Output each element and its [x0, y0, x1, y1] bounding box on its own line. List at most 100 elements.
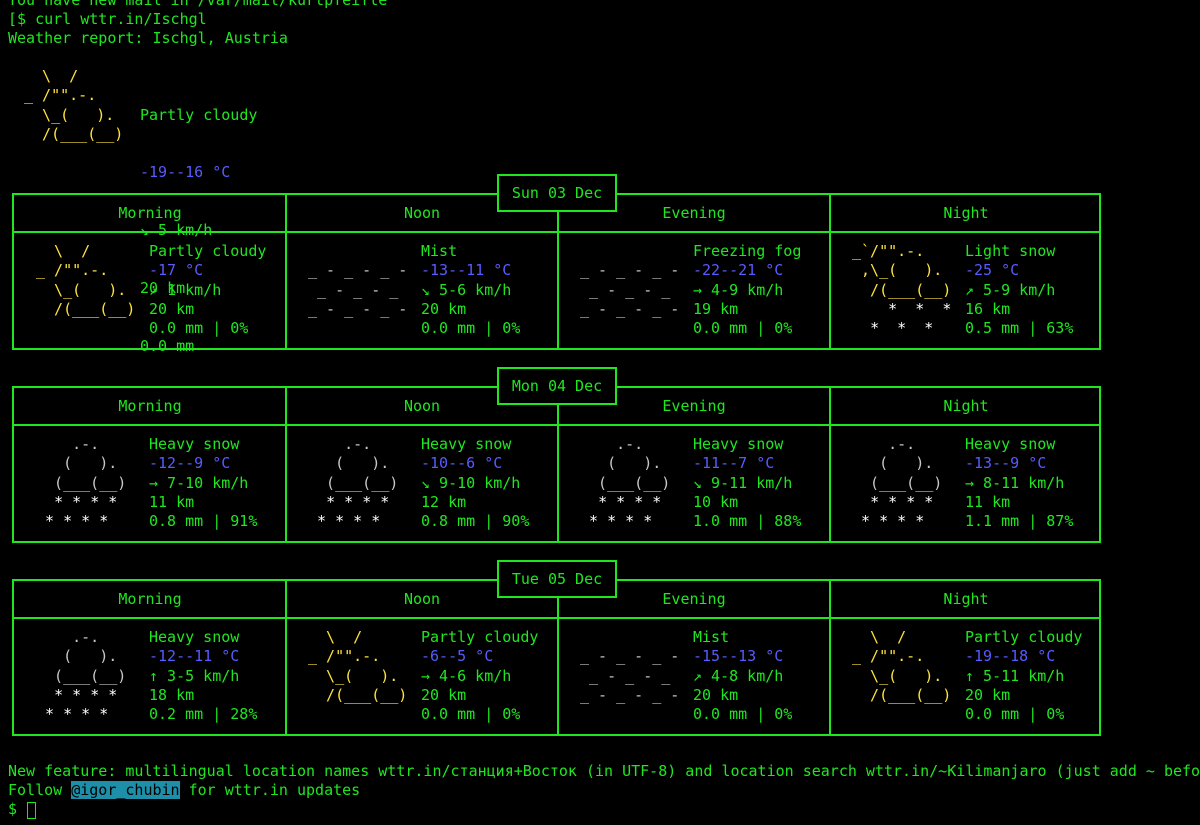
wind-speed: → 4-6 km/h — [421, 666, 512, 685]
day-label: Sun 03 Dec — [497, 174, 617, 212]
report-title: Weather report: Ischgl, Austria — [8, 29, 288, 47]
day-label: Tue 05 Dec — [497, 560, 617, 598]
temperature: -13--9 °C — [965, 454, 1047, 473]
visibility: 20 km — [149, 299, 195, 318]
weather-info: Heavy snow -12--11 °C ↑ 3-5 km/h 18 km 0.2 m… — [149, 628, 257, 724]
precipitation: 0.0 mm | 0% — [421, 319, 521, 338]
visibility: 20 km — [965, 685, 1011, 704]
weather-icon: \ / _ /"".-. \_( ). /(___(__) — [308, 628, 408, 704]
period-header: Night — [943, 204, 989, 222]
visibility: 20 km — [421, 299, 467, 318]
visibility: 20 km — [693, 685, 739, 704]
period-header: Night — [943, 397, 989, 415]
temperature: -15--13 °C — [693, 647, 784, 666]
weather-icon: \ / _ /"".-. \_( ). /(___(__) — [36, 242, 136, 318]
temperature: -13--11 °C — [421, 261, 512, 280]
precipitation: 0.0 mm | 0% — [693, 319, 793, 338]
forecast-cell: \ / _ /"".-. \_( ). /(___(__) Partly clou… — [14, 233, 286, 350]
condition-label: Partly cloudy — [149, 242, 267, 260]
forecast-cell: \ / _ /"".-. \_( ). /(___(__) Partly clou… — [286, 619, 558, 736]
wind-speed: ↘ 9-10 km/h — [421, 473, 521, 492]
wind-speed: ↘ 9-11 km/h — [693, 473, 793, 492]
condition-label: Heavy snow — [149, 628, 240, 646]
precipitation: 1.1 mm | 87% — [965, 512, 1074, 531]
weather-icon: _ - _ - _ - _ - _ - _ _ - _ - _ - — [308, 261, 408, 318]
current-temp: -19--16 °C — [140, 163, 231, 182]
weather-info: Freezing fog -22--21 °C → 4-9 km/h 19 km 0.0… — [693, 242, 801, 338]
weather-info: Heavy snow -12--9 °C → 7-10 km/h 11 km 0.8 m… — [149, 435, 257, 531]
mail-notice: You have new mail in /var/mail/kurtpfeif… — [8, 0, 388, 9]
temperature: -6--5 °C — [421, 647, 494, 666]
wind-speed: → 8-11 km/h — [965, 473, 1065, 492]
condition-label: Heavy snow — [149, 435, 240, 453]
footer-follow-tail: for wttr.in updates — [179, 781, 361, 799]
temperature: -12--9 °C — [149, 454, 231, 473]
temperature: -10--6 °C — [421, 454, 503, 473]
forecast-day-table: Morning Noon Evening Night Tue 05 Dec .-. ( … — [12, 560, 1101, 736]
visibility: 18 km — [149, 685, 195, 704]
footer-follow-text: Follow — [8, 781, 72, 799]
weather-icon: .-. ( ). (___(__) * * * * * * * * — [861, 435, 943, 531]
weather-icon: _ - _ - _ - _ - _ - _ _ - _ - _ - — [580, 647, 680, 704]
visibility: 19 km — [693, 299, 739, 318]
forecast-cell: .-. ( ). (___(__) * * * * * * * * Heavy … — [286, 426, 558, 543]
precipitation: 1.0 mm | 88% — [693, 512, 802, 531]
forecast-cell: .-. ( ). (___(__) * * * * * * * * Heavy … — [830, 426, 1102, 543]
weather-icon: .-. ( ). (___(__) * * * * * * * * — [45, 435, 127, 531]
precipitation: 0.8 mm | 91% — [149, 512, 258, 531]
wind-speed: ↗ 5-9 km/h — [965, 280, 1056, 299]
wind-speed: ↗ 1 km/h — [149, 280, 222, 299]
forecast-cell: .-. ( ). (___(__) * * * * * * * * Heavy … — [14, 619, 286, 736]
forecast-cell: _ - _ - _ - _ - _ - _ _ - _ - _ - Freezin… — [558, 233, 830, 350]
forecast-cell: .-. ( ). (___(__) * * * * * * * * Heavy … — [14, 426, 286, 543]
condition-label: Heavy snow — [965, 435, 1056, 453]
period-header: Night — [943, 590, 989, 608]
wind-speed: ↑ 3-5 km/h — [149, 666, 240, 685]
weather-icon: _ - _ - _ - _ - _ - _ _ - _ - _ - — [580, 261, 680, 318]
period-header: Morning — [118, 204, 182, 222]
temperature: -25 °C — [965, 261, 1020, 280]
forecast-cell: _ - _ - _ - _ - _ - _ _ - _ - _ - Mist -15… — [558, 619, 830, 736]
weather-info: Heavy snow -11--7 °C ↘ 9-11 km/h 10 km 1.0 m… — [693, 435, 801, 531]
forecast-day-table: Morning Noon Evening Night Sun 03 Dec \ / _ … — [12, 174, 1102, 350]
visibility: 11 km — [965, 492, 1011, 511]
terminal-cursor[interactable] — [27, 802, 36, 819]
forecast-cell: _`/"".-. ,\_( ). /(___(__) * * * * * * L… — [830, 233, 1102, 350]
forecast-day-table: Morning Noon Evening Night Mon 04 Dec .-. ( … — [12, 367, 1102, 543]
twitter-handle-link[interactable]: @igor_chubin — [71, 781, 180, 799]
temperature: -19--18 °C — [965, 647, 1056, 666]
weather-info: Mist -15--13 °C ↗ 4-8 km/h 20 km 0.0 mm | 0% — [693, 628, 792, 724]
precipitation: 0.0 mm | 0% — [693, 705, 793, 724]
weather-info: Heavy snow -10--6 °C ↘ 9-10 km/h 12 km 0.8 m… — [421, 435, 529, 531]
weather-icon: _`/"".-. ,\_( ). /(___(__) * * * * * * — [852, 242, 952, 338]
visibility: 11 km — [149, 492, 195, 511]
footer-feature-line: New feature: multilingual location names… — [8, 762, 1200, 780]
weather-info: Light snow -25 °C ↗ 5-9 km/h 16 km 0.5 mm | … — [965, 242, 1073, 338]
condition-label: Mist — [693, 628, 730, 646]
temperature: -22--21 °C — [693, 261, 784, 280]
weather-icon: .-. ( ). (___(__) * * * * * * * * — [317, 435, 399, 531]
weather-icon: .-. ( ). (___(__) * * * * * * * * — [45, 628, 127, 724]
day-label: Mon 04 Dec — [497, 367, 617, 405]
condition-label: Light snow — [965, 242, 1056, 260]
precipitation: 0.8 mm | 90% — [421, 512, 530, 531]
visibility: 16 km — [965, 299, 1011, 318]
temperature: -17 °C — [149, 261, 204, 280]
visibility: 12 km — [421, 492, 467, 511]
temperature: -11--7 °C — [693, 454, 775, 473]
wind-speed: → 4-9 km/h — [693, 280, 784, 299]
footer-follow-line: Follow @igor_chubin for wttr.in updates — [8, 781, 360, 800]
precipitation: 0.5 mm | 63% — [965, 319, 1074, 338]
precipitation: 0.2 mm | 28% — [149, 705, 258, 724]
current-condition: Partly cloudy — [140, 105, 258, 124]
precipitation: 0.0 mm | 0% — [149, 319, 249, 338]
condition-label: Freezing fog — [693, 242, 802, 260]
weather-info: Mist -13--11 °C ↘ 5-6 km/h 20 km 0.0 mm | 0% — [421, 242, 520, 338]
condition-label: Partly cloudy — [421, 628, 539, 646]
forecast-cell: _ - _ - _ - _ - _ - _ _ - _ - _ - Mist -13… — [286, 233, 558, 350]
weather-info: Heavy snow -13--9 °C → 8-11 km/h 11 km 1.1 m… — [965, 435, 1073, 531]
condition-label: Mist — [421, 242, 458, 260]
visibility: 10 km — [693, 492, 739, 511]
wind-speed: → 7-10 km/h — [149, 473, 249, 492]
weather-info: Partly cloudy -19--18 °C ↑ 5-11 km/h 20 km 0… — [965, 628, 1082, 724]
